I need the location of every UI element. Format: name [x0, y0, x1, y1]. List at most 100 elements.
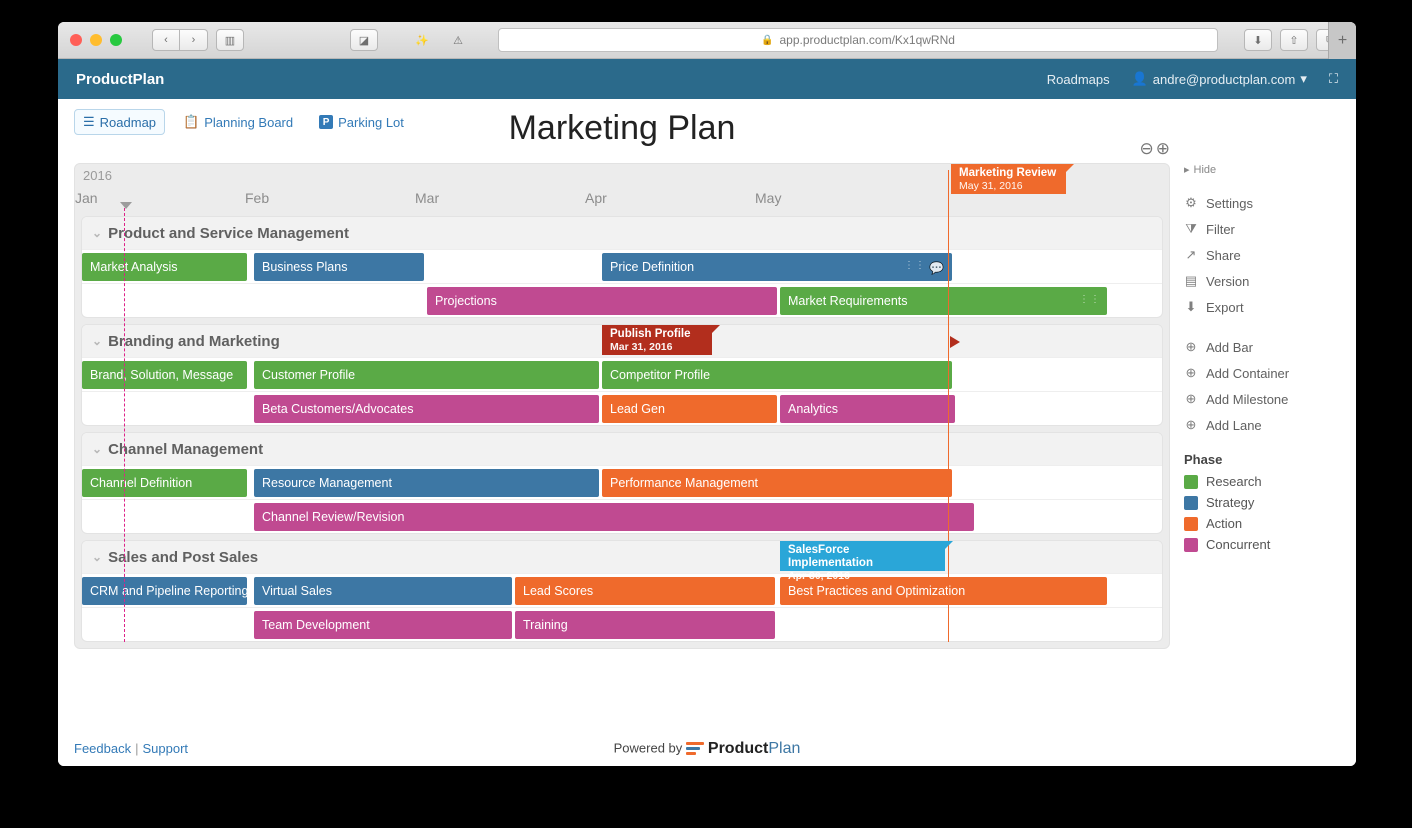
- sidebar-settings[interactable]: ⚙Settings: [1184, 190, 1340, 216]
- milestone-title: Marketing Review: [959, 167, 1058, 180]
- wand-icon[interactable]: ✨: [408, 29, 436, 51]
- month-label: May: [755, 190, 925, 206]
- nav-roadmaps[interactable]: Roadmaps: [1047, 72, 1110, 87]
- drag-handle-icon[interactable]: ⋮⋮: [904, 260, 926, 271]
- lane-row: ProjectionsMarket Requirements⋮⋮: [82, 283, 1162, 317]
- today-marker: [120, 202, 132, 209]
- gantt-bar[interactable]: Performance Management: [602, 469, 952, 497]
- gantt-bar[interactable]: Team Development: [254, 611, 512, 639]
- gantt-bar[interactable]: CRM and Pipeline Reporting: [82, 577, 247, 605]
- legend-item[interactable]: Strategy: [1184, 492, 1340, 513]
- gantt-bar[interactable]: Business Plans: [254, 253, 424, 281]
- downloads-button[interactable]: ⬇: [1244, 29, 1272, 51]
- sidebar-share[interactable]: ↗Share: [1184, 242, 1340, 268]
- lane: ⌄Sales and Post SalesSalesForce Implemen…: [81, 540, 1163, 642]
- sidebar-version[interactable]: ▤Version: [1184, 268, 1340, 294]
- gantt-bar[interactable]: Competitor Profile: [602, 361, 952, 389]
- extension-icon[interactable]: ◪: [350, 29, 378, 51]
- lane-header[interactable]: ⌄Product and Service Management: [82, 217, 1162, 249]
- legend-item[interactable]: Concurrent: [1184, 534, 1340, 555]
- lane-header[interactable]: ⌄Branding and MarketingPublish ProfileMa…: [82, 325, 1162, 357]
- lock-icon: 🔒: [761, 35, 773, 46]
- tab-parking-lot[interactable]: P Parking Lot: [311, 111, 412, 134]
- drag-handle-icon[interactable]: ⋮⋮: [1079, 294, 1101, 305]
- lane-row: Brand, Solution, MessageCustomer Profile…: [82, 357, 1162, 391]
- lane-header[interactable]: ⌄Sales and Post SalesSalesForce Implemen…: [82, 541, 1162, 573]
- zoom-in-icon[interactable]: ⊕: [1156, 139, 1170, 159]
- gantt-bar[interactable]: Channel Definition: [82, 469, 247, 497]
- gantt-bar[interactable]: Training: [515, 611, 775, 639]
- forward-button[interactable]: ›: [180, 29, 208, 51]
- gear-icon: ⚙: [1184, 195, 1198, 211]
- fullscreen-icon[interactable]: ⛶: [1329, 71, 1338, 87]
- gantt-bar[interactable]: Customer Profile: [254, 361, 599, 389]
- milestone-salesforce[interactable]: SalesForce ImplementationApr 30, 2016: [780, 541, 945, 571]
- zoom-window[interactable]: [110, 34, 122, 46]
- app: ProductPlan Roadmaps 👤 andre@productplan…: [58, 59, 1356, 766]
- legend-label: Action: [1206, 516, 1242, 531]
- plus-icon: ⊕: [1184, 339, 1198, 355]
- right-sidebar: ▸Hide ⚙Settings ⧩Filter ↗Share ▤Version …: [1184, 109, 1340, 766]
- productplan-logo[interactable]: ProductPlan: [686, 740, 800, 758]
- footer: Feedback | Support Powered by ProductPla…: [74, 741, 1340, 756]
- gantt-bar[interactable]: Lead Gen: [602, 395, 777, 423]
- gantt-bar[interactable]: Brand, Solution, Message: [82, 361, 247, 389]
- sidebar-add-lane[interactable]: ⊕Add Lane: [1184, 412, 1340, 438]
- plus-icon: ⊕: [1184, 417, 1198, 433]
- legend-swatch: [1184, 517, 1198, 531]
- lane-row: Channel Review/Revision: [82, 499, 1162, 533]
- gantt-bar[interactable]: Resource Management: [254, 469, 599, 497]
- back-button[interactable]: ‹: [152, 29, 180, 51]
- lane-row: CRM and Pipeline ReportingVirtual SalesL…: [82, 573, 1162, 607]
- share-button[interactable]: ⇧: [1280, 29, 1308, 51]
- milestone-date: May 31, 2016: [959, 180, 1023, 192]
- gantt-bar[interactable]: Market Analysis: [82, 253, 247, 281]
- sidebar-add-milestone[interactable]: ⊕Add Milestone: [1184, 386, 1340, 412]
- gantt-bar[interactable]: Projections: [427, 287, 777, 315]
- brand[interactable]: ProductPlan: [76, 71, 164, 88]
- legend-label: Concurrent: [1206, 537, 1270, 552]
- comment-icon[interactable]: 💬: [929, 261, 944, 275]
- sidebar-filter[interactable]: ⧩Filter: [1184, 216, 1340, 242]
- user-menu[interactable]: 👤 andre@productplan.com ▾: [1132, 71, 1307, 87]
- legend-label: Research: [1206, 474, 1262, 489]
- browser-window: ‹ › ▥ ◪ ✨ ⚠ 🔒 app.productplan.com/Kx1qwR…: [58, 22, 1356, 766]
- new-tab-button[interactable]: +: [1328, 22, 1356, 59]
- sidebar-add-bar[interactable]: ⊕Add Bar: [1184, 334, 1340, 360]
- warning-icon[interactable]: ⚠: [444, 29, 472, 51]
- tab-roadmap[interactable]: ☰ Roadmap: [74, 109, 165, 135]
- lane-header[interactable]: ⌄Channel Management: [82, 433, 1162, 465]
- address-bar[interactable]: 🔒 app.productplan.com/Kx1qwRNd ⟳: [498, 28, 1218, 52]
- milestone-marketing-review[interactable]: Marketing Review May 31, 2016: [951, 164, 1066, 194]
- app-navbar: ProductPlan Roadmaps 👤 andre@productplan…: [58, 59, 1356, 99]
- gantt-bar[interactable]: Virtual Sales: [254, 577, 512, 605]
- gantt-bar[interactable]: Price Definition💬⋮⋮: [602, 253, 952, 281]
- zoom-out-icon[interactable]: ⊖: [1140, 139, 1154, 159]
- legend-item[interactable]: Research: [1184, 471, 1340, 492]
- legend-item[interactable]: Action: [1184, 513, 1340, 534]
- milestone-publish-profile[interactable]: Publish ProfileMar 31, 2016: [602, 325, 712, 355]
- nav-back-forward: ‹ ›: [152, 29, 208, 51]
- gantt-bar[interactable]: Beta Customers/Advocates: [254, 395, 599, 423]
- close-window[interactable]: [70, 34, 82, 46]
- tab-planning-board[interactable]: 📋 Planning Board: [175, 110, 301, 134]
- sidebar-export[interactable]: ⬇Export: [1184, 294, 1340, 320]
- gantt-bar[interactable]: Analytics: [780, 395, 955, 423]
- sidebar-toggle[interactable]: ▥: [216, 29, 244, 51]
- chevron-down-icon: ⌄: [92, 442, 102, 456]
- hide-sidebar[interactable]: ▸Hide: [1184, 163, 1340, 176]
- version-icon: ▤: [1184, 273, 1198, 289]
- gantt-bar[interactable]: Lead Scores: [515, 577, 775, 605]
- month-label: Mar: [415, 190, 585, 206]
- minimize-window[interactable]: [90, 34, 102, 46]
- month-label: Feb: [245, 190, 415, 206]
- chevron-down-icon: ⌄: [92, 550, 102, 564]
- sidebar-add-container[interactable]: ⊕Add Container: [1184, 360, 1340, 386]
- gantt-bar[interactable]: Channel Review/Revision: [254, 503, 974, 531]
- lane: ⌄Channel Management Channel DefinitionRes…: [81, 432, 1163, 534]
- gantt-chart: 2016 JanFebMarAprMay Marketing Review Ma…: [74, 163, 1170, 649]
- lane-row: Beta Customers/AdvocatesLead GenAnalytic…: [82, 391, 1162, 425]
- gantt-bar[interactable]: Market Requirements⋮⋮: [780, 287, 1107, 315]
- titlebar: ‹ › ▥ ◪ ✨ ⚠ 🔒 app.productplan.com/Kx1qwR…: [58, 22, 1356, 59]
- lane: ⌄Product and Service Management Market An…: [81, 216, 1163, 318]
